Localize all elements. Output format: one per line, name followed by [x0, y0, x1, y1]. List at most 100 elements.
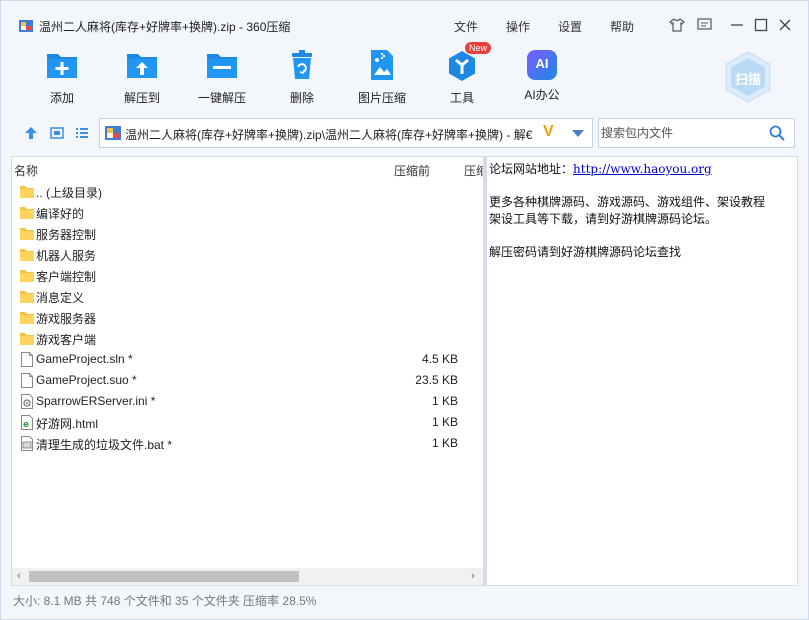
ai-icon-text: AI	[535, 56, 549, 71]
folder-row[interactable]: 服务器控制	[12, 223, 483, 244]
scrollbar-thumb[interactable]	[29, 571, 299, 582]
title-bar: 温州二人麻将(库存+好牌率+换牌).zip - 360压缩 文件 操作 设置 帮…	[1, 1, 808, 41]
search-icon[interactable]	[769, 125, 785, 141]
file-name: 客户端控制	[36, 270, 97, 284]
folder-row[interactable]: 游戏客户端	[12, 328, 483, 349]
extract-to-button[interactable]: 解压到	[110, 47, 174, 107]
file-name: 清理生成的垃圾文件.bat *	[36, 438, 173, 452]
add-button[interactable]: 添加	[30, 47, 94, 107]
app-window: 温州二人麻将(库存+好牌率+换牌).zip - 360压缩 文件 操作 设置 帮…	[0, 0, 809, 620]
delete-icon	[292, 50, 312, 79]
file-row[interactable]: e 好游网.html 1 KB	[12, 412, 483, 433]
svg-text:e: e	[23, 420, 29, 430]
file-list: 名称 压缩前 压缩 .. (上级目录) 编译好的服务器控制机器人服务客户端控制消息…	[11, 156, 484, 586]
add-icon	[47, 54, 77, 78]
file-name: 机器人服务	[36, 249, 97, 263]
horizontal-scrollbar[interactable]: ‹ ›	[12, 568, 483, 585]
archive-file-icon	[19, 20, 33, 32]
up-arrow-icon[interactable]	[24, 126, 38, 140]
search-input[interactable]	[601, 125, 761, 141]
folder-icon	[20, 226, 34, 241]
maximize-button[interactable]	[751, 15, 771, 35]
scan-label: 扫描	[734, 72, 761, 87]
menu-file[interactable]: 文件	[454, 18, 478, 35]
menu-help[interactable]: 帮助	[610, 18, 634, 35]
one-click-extract-icon	[207, 54, 237, 78]
list-header: 名称 压缩前 压缩	[12, 157, 483, 181]
menu-operation[interactable]: 操作	[506, 18, 530, 35]
folder-icon	[20, 184, 34, 199]
file-file-icon	[20, 352, 34, 367]
forum-address-label: 论坛网站地址：	[489, 162, 574, 176]
one-click-extract-label: 一键解压	[197, 91, 246, 105]
bat-file-icon	[20, 436, 34, 451]
minimize-button[interactable]	[727, 15, 747, 35]
file-size: 4.5 KB	[421, 352, 458, 366]
column-size-before[interactable]: 压缩前	[394, 162, 430, 179]
window-title: 温州二人麻将(库存+好牌率+换牌).zip - 360压缩	[39, 20, 291, 34]
folder-row[interactable]: 客户端控制	[12, 265, 483, 286]
comment-pane: 论坛网站地址：http://www.haoyou.org 更多各种棋牌源码、游戏…	[484, 156, 798, 586]
file-name: 消息定义	[36, 291, 85, 305]
skin-shirt-icon[interactable]	[667, 15, 687, 35]
view-thumbnail-icon[interactable]	[50, 126, 64, 140]
folder-icon	[20, 205, 34, 220]
file-name: GameProject.suo *	[36, 373, 137, 387]
search-box	[598, 118, 795, 148]
new-badge: New	[465, 42, 492, 54]
address-bar[interactable]: 温州二人麻将(库存+好牌率+换牌).zip\温州二人麻将(库存+好牌率+换牌) …	[99, 118, 593, 148]
folder-icon	[20, 289, 34, 304]
image-compress-label: 图片压缩	[357, 91, 406, 105]
file-row[interactable]: GameProject.sln * 4.5 KB	[12, 349, 483, 370]
delete-label: 删除	[289, 91, 314, 105]
file-size: 1 KB	[431, 436, 458, 450]
one-click-extract-button[interactable]: 一键解压	[190, 47, 254, 107]
file-name: 游戏客户端	[36, 333, 97, 347]
info-line-2: 更多各种棋牌源码、游戏源码、游戏组件、架设教程	[489, 195, 766, 209]
image-compress-button[interactable]: 图片压缩	[350, 47, 414, 107]
view-list-icon[interactable]	[75, 126, 89, 140]
folder-row[interactable]: 编译好的	[12, 202, 483, 223]
ai-office-button[interactable]: AI AI办公	[510, 47, 574, 107]
folder-icon	[20, 247, 34, 262]
info-line-3: 架设工具等下载，请到好游棋牌源码论坛。	[489, 212, 718, 226]
add-label: 添加	[49, 91, 74, 105]
file-row[interactable]: 清理生成的垃圾文件.bat * 1 KB	[12, 433, 483, 454]
ai-office-label: AI办公	[524, 88, 560, 102]
file-name: 服务器控制	[36, 228, 97, 242]
folder-row[interactable]: 机器人服务	[12, 244, 483, 265]
folder-row[interactable]: 游戏服务器	[12, 307, 483, 328]
tools-button[interactable]: 工具 New	[430, 42, 494, 107]
ai-office-icon: AI	[527, 50, 557, 80]
scroll-right-icon[interactable]: ›	[471, 570, 475, 582]
vip-v-icon[interactable]: V	[543, 123, 554, 141]
folder-row[interactable]: 消息定义	[12, 286, 483, 307]
close-button[interactable]	[775, 15, 795, 35]
address-dropdown-icon[interactable]	[572, 130, 584, 137]
delete-button[interactable]: 删除	[270, 47, 334, 107]
status-bar: 大小: 8.1 MB 共 748 个文件和 35 个文件夹 压缩率 28.5%	[13, 594, 317, 608]
file-size: 23.5 KB	[415, 373, 458, 387]
forum-link[interactable]: http://www.haoyou.org	[573, 162, 712, 176]
file-name: 好游网.html	[36, 417, 99, 431]
folder-icon	[20, 331, 34, 346]
tools-label: 工具	[449, 91, 474, 105]
file-row[interactable]: GameProject.suo * 23.5 KB	[12, 370, 483, 391]
column-name[interactable]: 名称	[14, 162, 38, 179]
file-row[interactable]: SparrowERServer.ini * 1 KB	[12, 391, 483, 412]
file-file-icon	[20, 373, 34, 388]
folder-row[interactable]: .. (上级目录)	[12, 181, 483, 202]
file-name: .. (上级目录)	[36, 186, 102, 200]
file-name: 编译好的	[36, 207, 85, 221]
scroll-left-icon[interactable]: ‹	[17, 570, 21, 582]
menu-settings[interactable]: 设置	[558, 18, 582, 35]
feedback-icon[interactable]	[694, 15, 714, 35]
folder-icon	[20, 268, 34, 283]
image-compress-icon	[371, 50, 393, 80]
archive-file-icon	[105, 126, 121, 140]
column-compressed[interactable]: 压缩	[464, 162, 483, 179]
info-line-4: 解压密码请到好游棋牌源码论坛查找	[489, 245, 682, 259]
forum-address-line: 论坛网站地址：http://www.haoyou.org	[489, 160, 712, 177]
extract-to-icon	[127, 54, 157, 78]
scan-button[interactable]: 扫描	[720, 49, 776, 105]
